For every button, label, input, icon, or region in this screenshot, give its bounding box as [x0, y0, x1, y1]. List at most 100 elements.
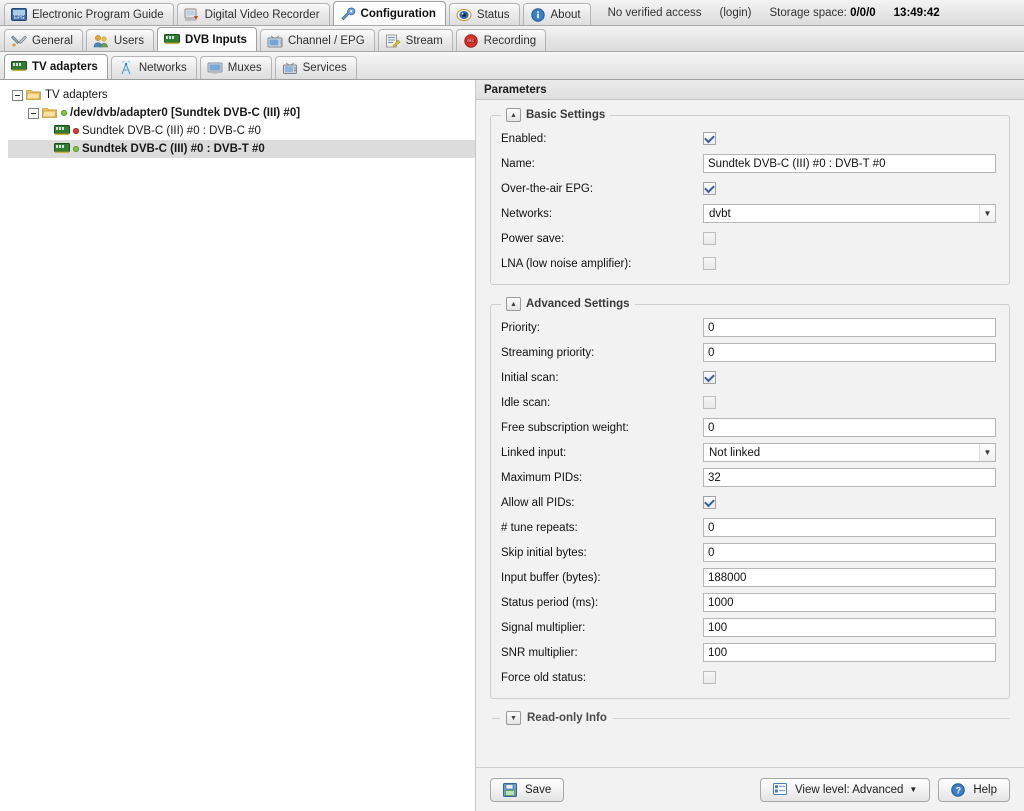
field-row-streaming-priority: Streaming priority: [501, 340, 999, 365]
maximum-pids-input[interactable] [703, 468, 996, 487]
tune-repeats-input[interactable] [703, 518, 996, 537]
tab-about[interactable]: About [522, 3, 591, 25]
field-label: Networks: [501, 207, 553, 220]
tab-muxes[interactable]: Muxes [199, 56, 272, 79]
chevron-down-icon[interactable]: ▼ [979, 205, 995, 222]
field-row-free-subscription-weight: Free subscription weight: [501, 415, 999, 440]
streaming-priority-input[interactable] [703, 343, 996, 362]
idle-scan-checkbox[interactable] [703, 396, 716, 409]
info-icon [530, 7, 546, 22]
linked-input-select[interactable]: Not linked ▼ [703, 443, 996, 462]
chevron-down-icon[interactable]: ▼ [979, 444, 995, 461]
save-button-label: Save [525, 783, 552, 796]
power-save-checkbox[interactable] [703, 232, 716, 245]
tab-networks[interactable]: Networks [110, 56, 197, 79]
initial-scan-checkbox[interactable] [703, 371, 716, 384]
tree-label: Sundtek DVB-C (III) #0 : DVB-C #0 [82, 125, 261, 137]
field-label: Power save: [501, 232, 565, 245]
stream-icon [385, 34, 401, 48]
tab-stream[interactable]: Stream [377, 29, 453, 51]
tab-label: TV adapters [32, 61, 98, 73]
save-button[interactable]: Save [490, 777, 565, 802]
tab-services[interactable]: Services [274, 56, 357, 79]
field-label: Allow all PIDs: [501, 496, 575, 509]
collapse-toggle-icon[interactable]: ▲ [506, 297, 521, 311]
field-label: Skip initial bytes: [501, 546, 587, 559]
collapse-toggle-icon[interactable]: ▲ [506, 108, 521, 122]
tree-node-dvbt-frontend[interactable]: Sundtek DVB-C (III) #0 : DVB-T #0 [8, 140, 475, 158]
tree-label: /dev/dvb/adapter0 [Sundtek DVB-C (III) #… [70, 107, 301, 119]
wrench-icon [340, 7, 356, 21]
tree-node-adapter0[interactable]: /dev/dvb/adapter0 [Sundtek DVB-C (III) #… [8, 104, 475, 122]
clock: 13:49:42 [893, 7, 940, 19]
enabled-checkbox[interactable] [703, 132, 716, 145]
status-period-input[interactable] [703, 593, 996, 612]
tab-users[interactable]: Users [85, 29, 154, 51]
expand-toggle-icon[interactable]: ▼ [506, 711, 521, 725]
allow-all-pids-checkbox[interactable] [703, 496, 716, 509]
group-legend-label: Advanced Settings [526, 298, 630, 310]
expander-icon[interactable] [12, 89, 23, 101]
login-link[interactable]: (login) [720, 7, 752, 19]
input-buffer-input[interactable] [703, 568, 996, 587]
help-button-label: Help [973, 783, 997, 796]
lna-checkbox[interactable] [703, 257, 716, 270]
help-button[interactable]: ? Help [938, 777, 1010, 802]
tree-node-dvbc-frontend[interactable]: Sundtek DVB-C (III) #0 : DVB-C #0 [8, 122, 475, 140]
tab-label: Electronic Program Guide [32, 8, 164, 21]
field-label: Status period (ms): [501, 596, 599, 609]
field-label: Over-the-air EPG: [501, 182, 594, 195]
tab-label: Channel / EPG [287, 34, 365, 47]
networks-select[interactable]: dvbt ▼ [703, 204, 996, 223]
priority-input[interactable] [703, 318, 996, 337]
tab-recording[interactable]: REC Recording [455, 29, 547, 51]
tab-general[interactable]: General [4, 29, 83, 51]
tab-configuration[interactable]: Configuration [332, 1, 446, 25]
force-old-status-checkbox[interactable] [703, 671, 716, 684]
name-input[interactable] [703, 154, 996, 173]
tv-small-icon [282, 61, 298, 75]
field-label: Name: [501, 157, 535, 170]
signal-multiplier-input[interactable] [703, 618, 996, 637]
networks-value: dvbt [709, 207, 731, 220]
field-label: Linked input: [501, 446, 567, 459]
field-row-tune-repeats: # tune repeats: [501, 515, 999, 540]
tab-status[interactable]: Status [448, 3, 520, 25]
tree-node-tv-adapters[interactable]: TV adapters [8, 86, 475, 104]
skip-initial-bytes-input[interactable] [703, 543, 996, 562]
field-label: # tune repeats: [501, 521, 578, 534]
tv-icon [267, 34, 283, 48]
field-row-enabled: Enabled: [501, 126, 999, 151]
snr-multiplier-input[interactable] [703, 643, 996, 662]
card-icon [54, 142, 70, 156]
tab-label: DVB Inputs [184, 33, 247, 46]
field-row-idle-scan: Idle scan: [501, 390, 999, 415]
svg-text:?: ? [956, 785, 962, 795]
view-level-button[interactable]: View level: Advanced ▼ [759, 777, 931, 802]
field-row-name: Name: [501, 151, 999, 176]
caret-down-icon[interactable]: ▼ [909, 785, 917, 794]
field-row-over-the-air-epg: Over-the-air EPG: [501, 176, 999, 201]
tab-label: Digital Video Recorder [204, 8, 320, 21]
over-the-air-epg-checkbox[interactable] [703, 182, 716, 195]
main-tab-bar: EPG Electronic Program Guide Digital Vid… [0, 0, 1024, 26]
tab-tv-adapters[interactable]: TV adapters [4, 54, 108, 79]
field-row-initial-scan: Initial scan: [501, 365, 999, 390]
status-strip: No verified access (login) Storage space… [608, 3, 940, 25]
group-basic-legend: ▲ Basic Settings [501, 108, 610, 122]
expander-icon[interactable] [28, 107, 39, 119]
tab-electronic-program-guide[interactable]: EPG Electronic Program Guide [4, 3, 174, 25]
free-subscription-weight-input[interactable] [703, 418, 996, 437]
tab-channel-epg[interactable]: Channel / EPG [259, 29, 375, 51]
tab-dvb-inputs[interactable]: DVB Inputs [156, 27, 257, 51]
field-row-input-buffer: Input buffer (bytes): [501, 565, 999, 590]
tab-label: Muxes [227, 62, 262, 74]
tab-digital-video-recorder[interactable]: Digital Video Recorder [176, 3, 330, 25]
field-row-force-old-status: Force old status: [501, 665, 999, 690]
field-label: Signal multiplier: [501, 621, 586, 634]
field-label: SNR multiplier: [501, 646, 578, 659]
action-footer: Save View level: Advanced ▼ ? Help [476, 767, 1024, 811]
tab-label: Configuration [360, 7, 436, 20]
help-icon: ? [951, 782, 967, 797]
tab-label: Users [113, 34, 144, 47]
